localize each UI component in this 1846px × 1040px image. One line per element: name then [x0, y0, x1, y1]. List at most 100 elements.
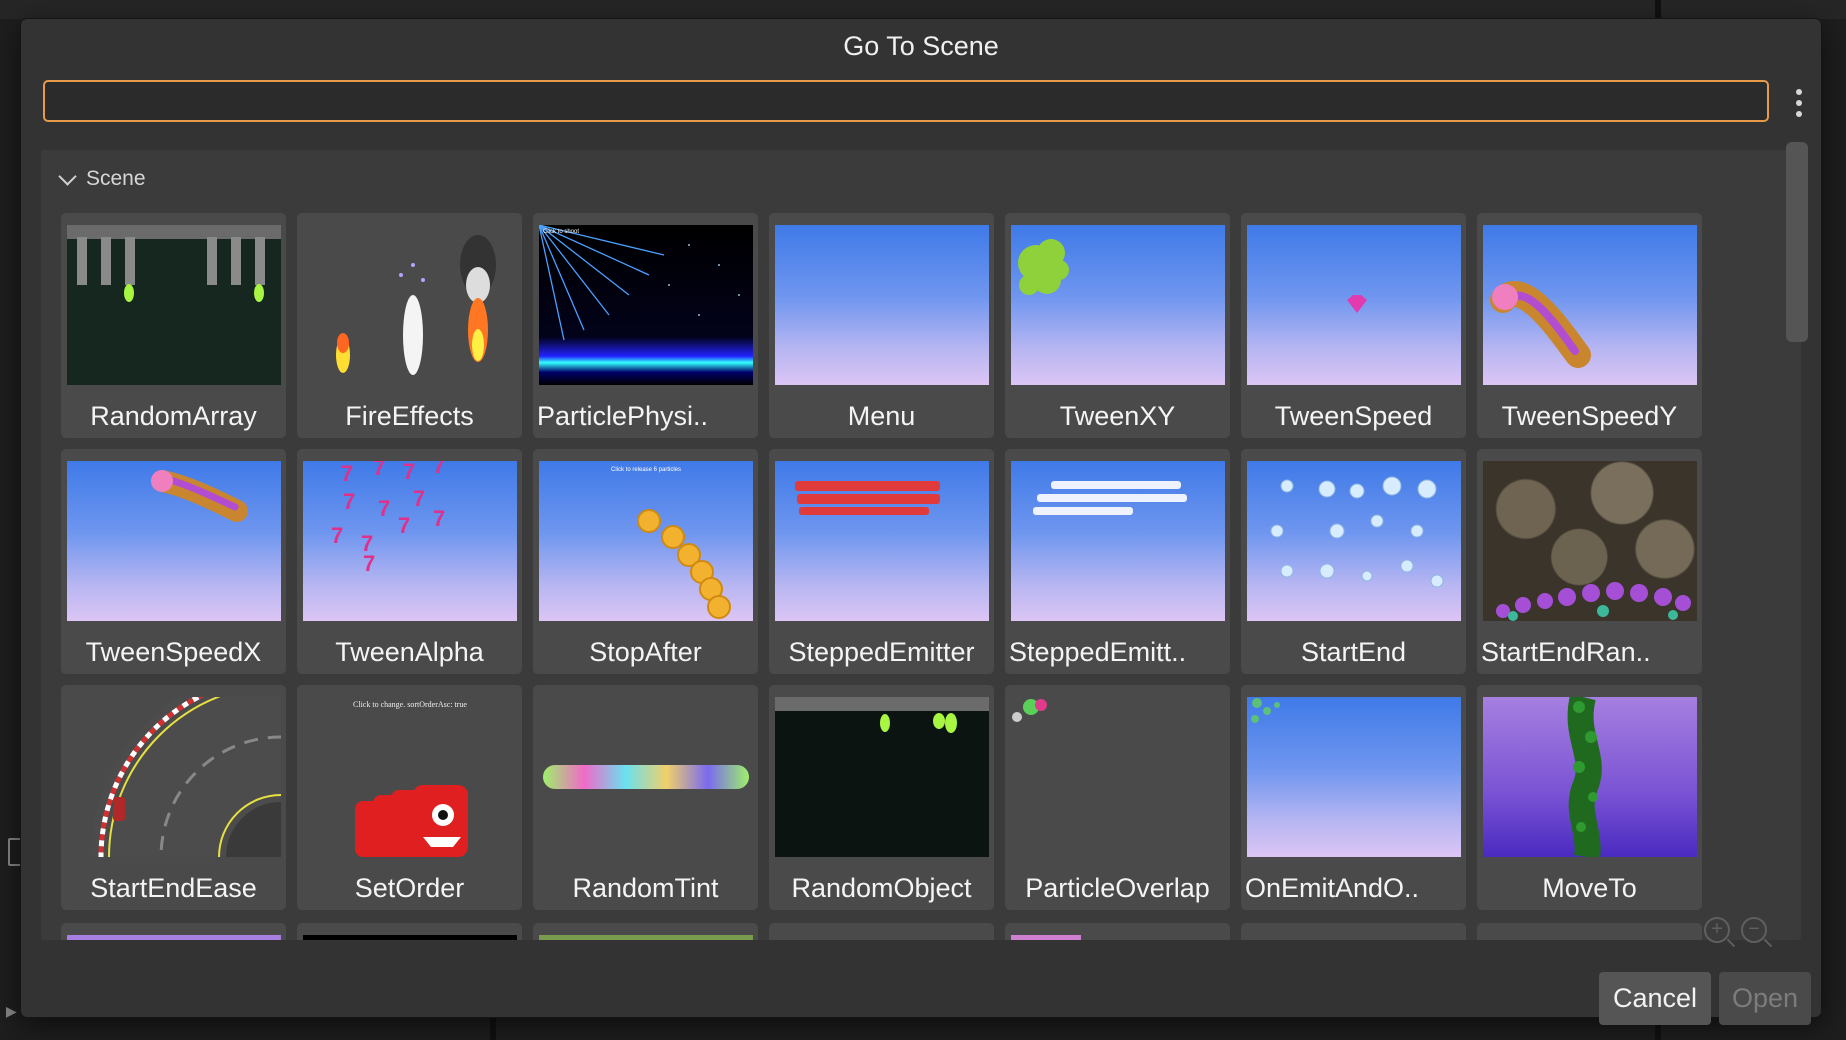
scene-card-particle-physics[interactable]: Click to shoot ParticlePhysi.. [533, 213, 758, 438]
scene-label: ParticlePhysi.. [537, 401, 709, 431]
scene-card-stop-after[interactable]: Click to release 6 particles StopAfter [533, 449, 758, 674]
scene-card-tween-alpha[interactable]: 777777777777 TweenAlpha [297, 449, 522, 674]
scene-label: FireEffects [345, 401, 474, 431]
scene-thumbnail: Click to shoot [539, 225, 753, 385]
more-options-icon[interactable] [1788, 89, 1810, 117]
zoom-in-icon[interactable]: + [1704, 917, 1730, 943]
scene-thumbnail [1483, 697, 1697, 857]
svg-text:7: 7 [413, 486, 425, 511]
scene-card-partial[interactable] [1005, 923, 1230, 940]
scene-thumbnail [1483, 225, 1697, 385]
svg-text:7: 7 [378, 496, 390, 521]
chevron-down-icon [58, 166, 77, 186]
scene-label: RandomArray [90, 401, 257, 431]
play-arrow-icon: ▶ [6, 1003, 17, 1019]
scene-card-particle-overlap[interactable]: ParticleOverlap [1005, 685, 1230, 910]
svg-text:7: 7 [341, 461, 353, 486]
svg-text:7: 7 [343, 489, 355, 514]
scene-card-random-tint[interactable]: RandomTint [533, 685, 758, 910]
scene-thumbnail [1483, 461, 1697, 621]
zoom-out-icon[interactable]: − [1741, 917, 1767, 943]
scene-thumbnail [67, 225, 281, 385]
scrollbar[interactable] [1782, 138, 1810, 940]
scene-card-fire-effects[interactable]: FireEffects [297, 213, 522, 438]
scene-card-start-end-random[interactable]: StartEndRan.. [1477, 449, 1702, 674]
scene-thumbnail: Click to release 6 particles [539, 461, 753, 621]
svg-text:7: 7 [363, 551, 375, 576]
scrollbar-thumb[interactable] [1786, 142, 1808, 342]
scene-label: StartEndEase [90, 873, 257, 903]
scene-label: MoveTo [1542, 873, 1637, 903]
scene-card-on-emit-and-o[interactable]: OnEmitAndO.. [1241, 685, 1466, 910]
go-to-scene-dialog: Go To Scene Scene RandomArray FireEffect… [21, 19, 1821, 1025]
scene-thumbnail [539, 697, 753, 857]
scene-card-menu[interactable]: Menu [769, 213, 994, 438]
scene-thumbnail [1011, 225, 1225, 385]
scene-card-start-end[interactable]: StartEnd [1241, 449, 1466, 674]
svg-text:7: 7 [403, 461, 415, 484]
scene-thumbnail [1247, 225, 1461, 385]
open-button[interactable]: Open [1719, 972, 1811, 1025]
scene-label: TweenAlpha [335, 637, 484, 667]
scene-card-stepped-emitter[interactable]: SteppedEmitter [769, 449, 994, 674]
scene-label: Menu [847, 401, 916, 431]
scene-label: TweenSpeedX [85, 637, 262, 667]
scene-label: SetOrder [354, 873, 465, 903]
scene-card-partial[interactable] [1241, 923, 1466, 940]
scene-label: TweenXY [1059, 401, 1176, 431]
scene-card-start-end-ease[interactable]: StartEndEase [61, 685, 286, 910]
scene-thumbnail [67, 461, 281, 621]
scene-card-random-object[interactable]: RandomObject [769, 685, 994, 910]
scene-card-tween-speed-y[interactable]: TweenSpeedY [1477, 213, 1702, 438]
thumbnail-caption: Click to release 6 particles [611, 467, 681, 473]
scene-thumbnail [775, 697, 989, 857]
thumbnail-caption: Click to shoot [543, 229, 579, 235]
scene-group-header[interactable]: Scene [55, 164, 146, 194]
scene-label: RandomObject [791, 873, 972, 903]
scene-label: OnEmitAndO.. [1245, 873, 1420, 903]
scene-label: StartEndRan.. [1481, 637, 1651, 667]
scene-thumbnail [775, 461, 989, 621]
search-input[interactable] [43, 80, 1769, 122]
scene-thumbnail [775, 225, 989, 385]
editor-divider [490, 1017, 496, 1040]
scene-label: StartEnd [1300, 637, 1407, 667]
scene-label: StopAfter [589, 637, 702, 667]
svg-text:7: 7 [331, 523, 343, 548]
scene-card-random-array[interactable]: RandomArray [61, 213, 286, 438]
scene-thumbnail [1011, 697, 1225, 857]
cancel-button[interactable]: Cancel [1599, 972, 1711, 1025]
scene-card-tween-xy[interactable]: TweenXY [1005, 213, 1230, 438]
scene-thumbnail: Click to change. sortOrderAsc: true [303, 697, 517, 857]
scene-card-partial[interactable] [297, 923, 522, 940]
scene-card-tween-speed-x[interactable]: TweenSpeedX [61, 449, 286, 674]
svg-text:7: 7 [433, 506, 445, 531]
scene-label: SteppedEmitter [788, 637, 975, 667]
scene-card-move-to[interactable]: MoveTo [1477, 685, 1702, 910]
scene-card-partial[interactable] [769, 923, 994, 940]
scene-card-stepped-emitter-2[interactable]: SteppedEmitt.. [1005, 449, 1230, 674]
thumbnail-caption: Click to change. sortOrderAsc: true [353, 700, 467, 709]
editor-background-top [0, 0, 1846, 19]
scene-thumbnail [1247, 461, 1461, 621]
scene-card-partial[interactable] [533, 923, 758, 940]
scene-thumbnail [303, 225, 517, 385]
scene-grid: RandomArray FireEffects Click to shoot P… [61, 213, 1702, 910]
scene-label: TweenSpeedY [1501, 401, 1678, 431]
scene-card-set-order[interactable]: Click to change. sortOrderAsc: true SetO… [297, 685, 522, 910]
scene-label: SteppedEmitt.. [1009, 637, 1187, 667]
scene-label: RandomTint [572, 873, 719, 903]
svg-text:7: 7 [433, 461, 445, 478]
editor-divider [1655, 0, 1661, 19]
scene-thumbnail [1011, 461, 1225, 621]
dialog-title: Go To Scene [843, 31, 999, 61]
scene-card-partial[interactable] [61, 923, 286, 940]
scene-list-panel: Scene RandomArray FireEffects Click to s… [41, 150, 1801, 940]
scene-thumbnail [67, 697, 281, 857]
svg-text:7: 7 [398, 513, 410, 538]
svg-text:7: 7 [373, 461, 385, 480]
scene-card-partial[interactable] [1477, 923, 1702, 940]
scene-grid-next-row [61, 923, 1702, 940]
scene-card-tween-speed[interactable]: TweenSpeed [1241, 213, 1466, 438]
scene-label: ParticleOverlap [1025, 873, 1210, 903]
